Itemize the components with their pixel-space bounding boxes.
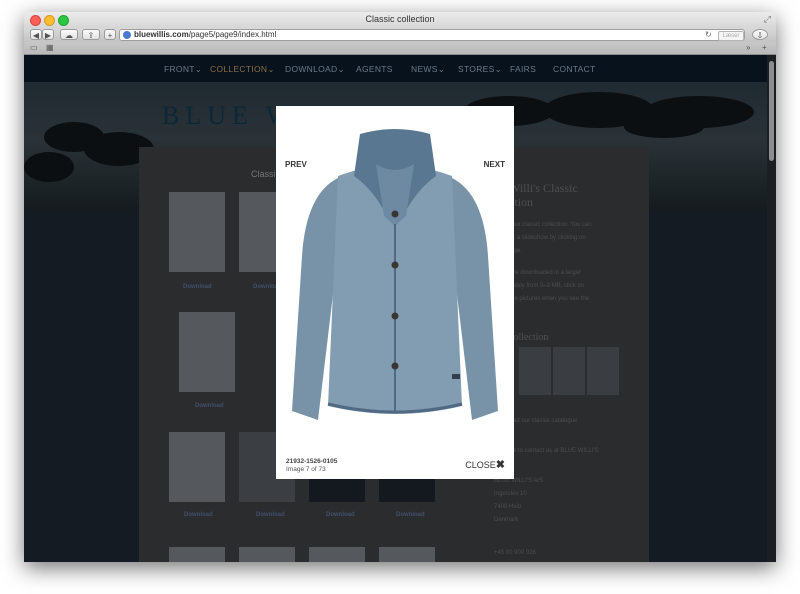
catalogue-thumbnail[interactable] (553, 347, 585, 395)
catalogue-thumbnail[interactable] (587, 347, 619, 395)
close-icon: ✖ (495, 459, 505, 471)
catalogue-thumbnail[interactable] (519, 347, 551, 395)
product-thumbnail[interactable] (179, 312, 235, 392)
nav-item-news[interactable]: NEWS⌄ (411, 64, 445, 75)
download-link[interactable]: Download (256, 512, 285, 518)
prev-button[interactable]: PREV (285, 160, 307, 169)
url-path: /page5/page9/index.html (188, 30, 277, 39)
product-thumbnail[interactable] (169, 432, 225, 502)
image-counter: Image 7 of 73 (286, 466, 326, 473)
product-thumbnail[interactable] (169, 192, 225, 272)
close-button[interactable]: CLOSE✖ (465, 458, 505, 471)
lightbox-modal: PREV NEXT 21932-1526-0105 Image 7 of 73 … (276, 106, 514, 479)
chevron-down-icon: ⌄ (437, 64, 446, 74)
globe-icon (123, 31, 131, 39)
new-tab-icon[interactable]: + (762, 43, 767, 52)
reload-icon[interactable]: ↻ (705, 30, 712, 40)
item-code: 21932-1526-0105 (286, 458, 338, 465)
jacket-button (391, 362, 399, 370)
product-image[interactable] (276, 106, 514, 431)
download-link[interactable]: Download (195, 403, 224, 409)
column-heading: Classi (251, 169, 276, 179)
bookmarks-bar: ▭ ▦ » + (24, 42, 776, 55)
add-bookmark-button[interactable]: + (104, 29, 116, 40)
nav-item-contact[interactable]: CONTACT (553, 64, 596, 74)
chevron-down-icon: ⌄ (267, 64, 275, 74)
nav-item-fairs[interactable]: FAIRS (510, 64, 536, 74)
download-link[interactable]: Download (396, 512, 425, 518)
vertical-scrollbar[interactable] (767, 55, 776, 562)
download-link[interactable]: Download (183, 284, 212, 290)
fullscreen-icon[interactable]: ⤢ (764, 14, 771, 25)
forward-button[interactable]: ▶ (42, 29, 54, 40)
chevron-down-icon: ⌄ (337, 64, 345, 74)
share-icon: ⇪ (87, 31, 95, 40)
browser-toolbar: ◀ ▶ ☁ ⇪ + bluewillis.com/page5/page9/ind… (24, 28, 776, 42)
jacket-tag (452, 374, 460, 379)
browser-window: Classic collection ⤢ ◀ ▶ ☁ ⇪ + bluewilli… (24, 12, 776, 562)
window-title: Classic collection (365, 14, 435, 24)
download-link[interactable]: Download (326, 512, 355, 518)
chevron-down-icon: ⌄ (494, 64, 503, 74)
chevron-down-icon: ⌄ (194, 64, 203, 74)
reader-button[interactable]: Læser (718, 31, 744, 41)
plus-icon: + (107, 31, 113, 40)
jacket-button (391, 312, 399, 320)
nav-item-agents[interactable]: AGENTS (356, 64, 393, 74)
back-button[interactable]: ◀ (30, 29, 42, 40)
nav-item-front[interactable]: FRONT⌄ (164, 64, 202, 75)
cloud-icon: ☁ (65, 31, 73, 40)
page-viewport: FRONT⌄ COLLECTION⌄ DOWNLOAD⌄ AGENTS NEWS… (24, 55, 776, 562)
download-link[interactable]: Download (184, 512, 213, 518)
downloads-button[interactable]: ⇩ (752, 29, 768, 40)
icloud-tabs-button[interactable]: ☁ (60, 29, 78, 40)
url-domain: bluewillis.com (134, 30, 189, 39)
nav-item-stores[interactable]: STORES⌄ (458, 64, 502, 75)
section-heading: Willi's Classic ction (509, 181, 578, 209)
forward-arrow-icon: ▶ (44, 31, 52, 40)
chevron-double-right-icon[interactable]: » (746, 43, 750, 52)
download-info-text: s you are downloaded in a larger proxima… (494, 270, 590, 302)
download-icon: ⇩ (756, 31, 764, 40)
rock-decoration (24, 152, 74, 182)
product-thumbnail[interactable] (379, 547, 435, 562)
share-button[interactable]: ⇪ (82, 29, 100, 40)
next-button[interactable]: NEXT (484, 160, 505, 169)
scroll-thumb[interactable] (769, 61, 774, 161)
site-nav: FRONT⌄ COLLECTION⌄ DOWNLOAD⌄ AGENTS NEWS… (24, 55, 776, 82)
product-thumbnail[interactable] (309, 547, 365, 562)
address-bar[interactable]: bluewillis.com/page5/page9/index.html ↻ … (119, 29, 745, 41)
nav-item-collection[interactable]: COLLECTION⌄ (210, 64, 275, 75)
address-block: BLUE WILLI'S A/S Ingerslev 10 7400 Hvid … (494, 478, 544, 523)
catalogue-text: download our classic catalogue (494, 418, 578, 424)
grid-icon[interactable]: ▦ (46, 43, 54, 52)
jacket-button (391, 210, 399, 218)
product-thumbnail[interactable] (169, 547, 225, 562)
contact-text: s please to contact us at BLUE WILLI'S (494, 448, 599, 454)
product-thumbnail[interactable] (239, 547, 295, 562)
catalogue-heading: collection (509, 332, 549, 343)
nav-item-download[interactable]: DOWNLOAD⌄ (285, 64, 345, 75)
title-bar: Classic collection ⤢ (24, 12, 776, 28)
jacket-button (391, 261, 399, 269)
book-icon[interactable]: ▭ (30, 43, 38, 52)
rock-decoration (624, 116, 704, 138)
back-arrow-icon: ◀ (32, 31, 40, 40)
intro-text: nesee our classic collection. You can sh… (494, 222, 592, 254)
phone-text: +45 00 900 926 (494, 550, 536, 556)
